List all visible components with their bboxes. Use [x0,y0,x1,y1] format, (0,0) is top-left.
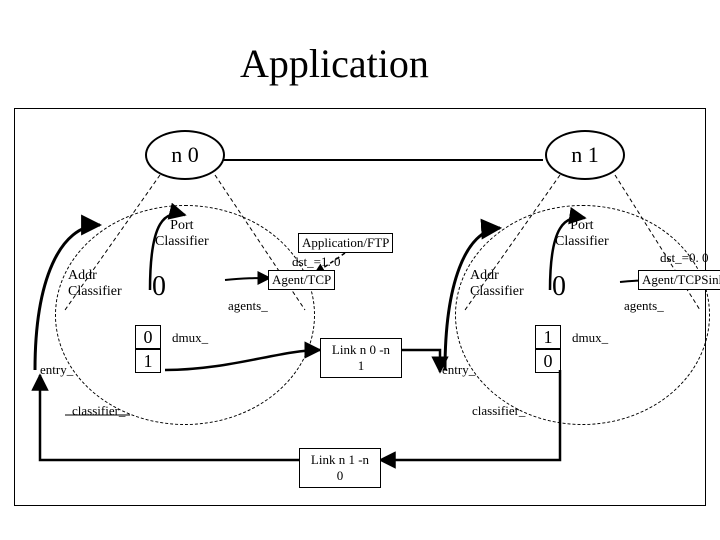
link-n0-n1: Link n 0 -n 1 [320,338,402,378]
right-addr-zero-value: 0 [552,271,566,303]
left-dmux-label: dmux_ [172,330,208,346]
right-agent-tcpsink: Agent/TCPSink [638,270,720,290]
link-n1-n0: Link n 1 -n 0 [299,448,381,488]
right-dst-label: dst_=0. 0 [660,250,709,266]
left-addr-zero-value: 0 [152,271,166,303]
left-port-classifier-label: Port Classifier [155,218,209,250]
left-classifier-label: classifier_ [72,403,125,419]
right-addr-classifier-label: Addr Classifier [470,268,524,300]
left-addr-classifier-label: Addr Classifier [68,268,122,300]
right-agents-label: agents_ [624,298,664,314]
left-port-slot-0-value: 0 [144,327,153,348]
right-port-slot-0: 1 [535,325,561,349]
node-n0-label: n 0 [171,142,199,168]
right-port-classifier-label: Port Classifier [555,218,609,250]
right-classifier-label: classifier_ [472,403,525,419]
right-port-slot-1: 0 [535,349,561,373]
left-addr-zero: 0 [140,265,180,315]
left-agents-label: agents_ [228,298,268,314]
node-n1-label: n 1 [571,142,599,168]
left-dst-label: dst_=1. 0 [292,254,341,270]
node-n0: n 0 [145,130,225,180]
left-agent-tcp: Agent/TCP [268,270,335,290]
left-application-ftp: Application/FTP [298,233,393,253]
left-port-slot-0: 0 [135,325,161,349]
right-port-slot-1-value: 0 [544,351,553,372]
right-dmux-label: dmux_ [572,330,608,346]
left-port-slot-1: 1 [135,349,161,373]
right-port-slot-0-value: 1 [544,327,553,348]
page-title: Application [240,40,429,87]
left-port-slot-1-value: 1 [144,351,153,372]
left-entry-label: entry_ [40,362,73,378]
right-entry-label: entry_ [442,362,475,378]
right-addr-zero: 0 [540,265,580,315]
node-n1: n 1 [545,130,625,180]
